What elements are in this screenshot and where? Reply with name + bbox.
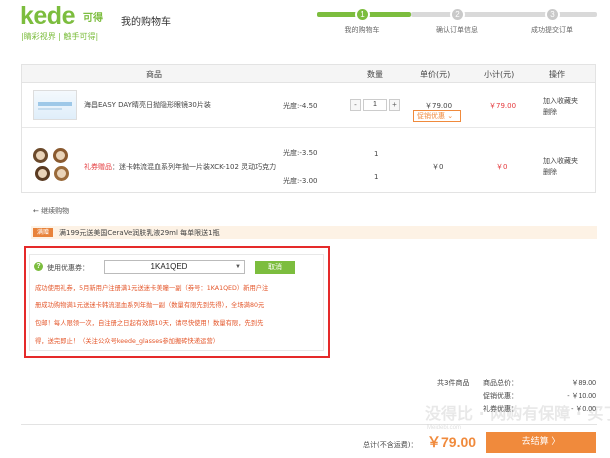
coupon-notice-line: 册成功购物满1元送迷卡韩流混血系列年抛一副（数量有限先到先得），全场满80元: [35, 302, 265, 309]
total-value: ￥79.00: [427, 434, 477, 450]
cart-table: [21, 64, 596, 193]
question-icon[interactable]: ?: [34, 262, 43, 271]
watermark: 没得比 · 网购有保障 · 买了不后悔: [425, 404, 610, 423]
header-product: 商品: [146, 70, 162, 79]
promo-text: 满199元送美国CeraVe润肤乳液29ml 每单限送1瓶: [59, 229, 220, 237]
kede-logo[interactable]: kede 可得 |睛彩视界 | 触手可得|: [20, 2, 110, 41]
gift-unit-price: ￥0: [432, 163, 444, 171]
subtotal: ￥79.00: [489, 102, 517, 110]
promo-select-label: 促销优惠: [417, 112, 445, 120]
step-1-label: 我的购物车: [344, 26, 380, 34]
product-spec: 光度:-4.50: [283, 102, 318, 110]
decrease-quantity-button[interactable]: -: [350, 99, 361, 111]
gift-spec-1: 光度:-3.50: [283, 149, 318, 157]
coupon-notice-line: 得，送完即止！（关注公众号keede_glasses参加搬砖快递运营）: [35, 338, 220, 345]
increase-quantity-button[interactable]: +: [389, 99, 400, 111]
header-subtotal: 小计(元): [484, 70, 515, 79]
header-quantity: 数量: [367, 70, 383, 79]
header-unit-price: 单价(元): [420, 70, 451, 79]
promo-tag: 满赠: [33, 228, 53, 237]
step-1-marker: 1: [355, 7, 370, 22]
add-to-favorites-link[interactable]: 加入收藏夹: [543, 96, 578, 106]
gift-delete-link[interactable]: 删除: [543, 167, 557, 177]
continue-shopping-label: 继续购物: [41, 207, 70, 215]
coupon-selected-value: 1KA1QED: [150, 262, 188, 271]
goods-total-value: ￥89.00: [571, 380, 596, 387]
gift-tag: 礼券赠品: [84, 163, 112, 171]
header-actions: 操作: [549, 70, 565, 79]
total-label: 总计(不含运费)：: [363, 441, 418, 449]
coupon-label: 使用优惠券：: [47, 264, 89, 272]
continue-shopping-link[interactable]: ← 继续购物: [33, 206, 69, 216]
step-3-label: 成功提交订单: [531, 26, 573, 34]
item-count: 共3件商品: [437, 379, 470, 387]
gift-quantity-1: 1: [374, 150, 379, 158]
gift-subtotal: ￥0: [496, 163, 508, 171]
checkout-button[interactable]: 去结算 〉: [486, 432, 596, 453]
watermark-url: Meidebi.com: [427, 425, 462, 431]
step-3-marker: 3: [545, 7, 560, 22]
gift-product-title: ：迷卡韩流混血系列年抛一片装XCK-102 灵动巧克力: [112, 163, 277, 171]
page-title: 我的购物车: [121, 17, 171, 28]
logo-chinese: 可得: [83, 13, 103, 24]
quantity-stepper: - 1 +: [350, 99, 400, 111]
cancel-coupon-button[interactable]: 取消: [255, 261, 295, 274]
step-2-marker: 2: [450, 7, 465, 22]
summary-divider: [21, 424, 597, 425]
chevron-down-icon: ⌄: [447, 112, 454, 120]
gift-quantity-2: 1: [374, 173, 379, 181]
coupon-select[interactable]: 1KA1QED ▼: [104, 260, 245, 274]
delete-link[interactable]: 删除: [543, 107, 557, 117]
goods-total-label: 商品总价：: [483, 379, 518, 387]
step-2-label: 确认订单信息: [436, 26, 478, 34]
gift-product-image[interactable]: [33, 146, 73, 184]
gift-add-to-favorites-link[interactable]: 加入收藏夹: [543, 156, 578, 166]
coupon-notice-line: 包邮！每人限领一次，自注册之日起有效期10天，请尽快使用！数量有限，先到先: [35, 320, 264, 327]
product-image[interactable]: [33, 90, 77, 120]
arrow-left-icon: ←: [33, 207, 42, 215]
progress-track-pending: [411, 12, 597, 17]
logo-wordmark: kede: [20, 2, 75, 30]
logo-slogan: |睛彩视界 | 触手可得|: [21, 32, 99, 41]
promo-select[interactable]: 促销优惠 ⌄: [413, 110, 461, 122]
quantity-input[interactable]: 1: [363, 99, 387, 111]
coupon-notice-line: 成功使用礼券，5月新用户注册满1元送迷卡美瞳一副（券号：1KA1QED）新用户注: [35, 285, 269, 292]
row-divider: [22, 127, 595, 128]
chevron-down-icon: ▼: [235, 264, 241, 270]
gift-spec-2: 光度:-3.00: [283, 177, 318, 185]
gift-product-name[interactable]: 礼券赠品：迷卡韩流混血系列年抛一片装XCK-102 灵动巧克力: [84, 162, 276, 172]
product-name-link[interactable]: 海昌EASY DAY睛亮日抛隐形眼镜30片装: [84, 100, 211, 110]
